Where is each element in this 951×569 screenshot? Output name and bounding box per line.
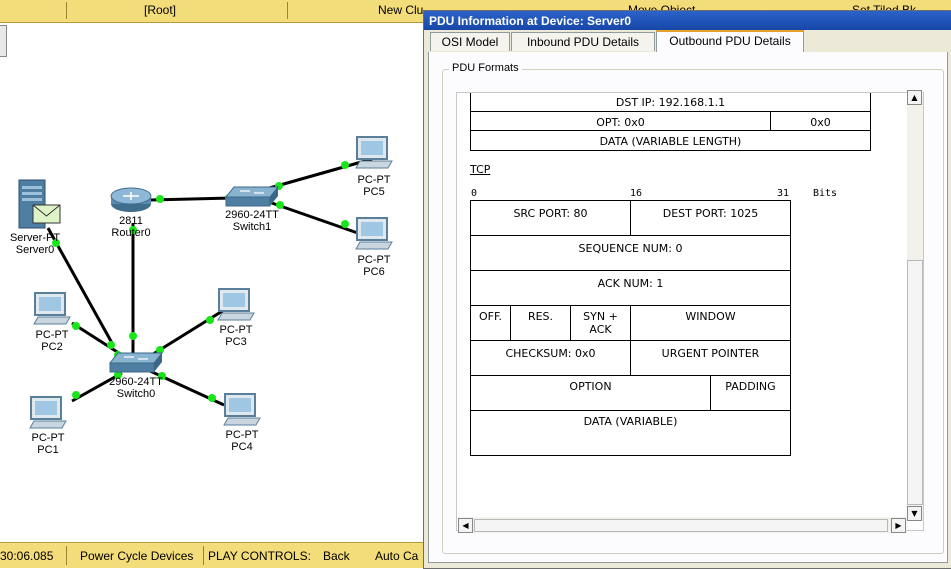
outbound-pdu-panel: PDU Formats DST IP: 192.168.1.1 OPT: 0x0… xyxy=(428,52,948,563)
option-text: OPTION xyxy=(569,380,612,393)
bit-ruler-mid: 16 xyxy=(630,188,643,199)
auto-capture-button[interactable]: Auto Ca xyxy=(375,549,418,563)
new-cluster-button[interactable]: New Clu xyxy=(378,3,423,17)
network-links xyxy=(46,157,373,407)
tcp-data-field: DATA (VARIABLE) xyxy=(470,410,791,456)
ip-data-field: DATA (VARIABLE LENGTH) xyxy=(470,130,871,151)
scroll-down-arrow-icon[interactable]: ▼ xyxy=(907,506,922,521)
pdu-horizontal-scrollbar[interactable]: ◀ ▶ xyxy=(458,517,907,533)
sequence-text: SEQUENCE NUM: 0 xyxy=(578,242,683,255)
tab-outbound-pdu-details[interactable]: Outbound PDU Details xyxy=(656,30,804,53)
ip-data-text: DATA (VARIABLE LENGTH) xyxy=(599,135,742,148)
tcp-urgent-pointer-field: URGENT POINTER xyxy=(630,340,791,376)
opt-text: OPT: 0x0 xyxy=(596,116,645,129)
status-separator xyxy=(66,546,67,565)
ack-text: ACK NUM: 1 xyxy=(597,277,664,290)
router0-label: 2811 Router0 xyxy=(111,215,151,239)
pc4-label: PC-PT PC4 xyxy=(225,429,259,453)
ip-padding-text: 0x0 xyxy=(810,116,831,129)
switch-icon[interactable] xyxy=(224,185,280,209)
logical-workspace[interactable]: Server-PT Server0 2811 Router0 2960-24TT Sw… xyxy=(0,23,425,540)
server-icon[interactable] xyxy=(17,178,65,230)
tab-osi-model[interactable]: OSI Model xyxy=(430,32,510,51)
scroll-right-arrow-icon[interactable]: ▶ xyxy=(891,518,906,533)
switch1-label: 2960-24TT Switch1 xyxy=(225,209,279,233)
back-button[interactable]: Back xyxy=(323,549,350,563)
tcp-dest-port-field: DEST PORT: 1025 xyxy=(630,200,791,236)
bit-ruler-end: 31 xyxy=(777,188,790,199)
pc3-label: PC-PT PC3 xyxy=(219,324,253,348)
checksum-text: CHECKSUM: 0x0 xyxy=(505,347,596,360)
tcp-padding-field: PADDING xyxy=(710,375,791,411)
pdu-information-dialog: PDU Information at Device: Server0 OSI M… xyxy=(423,10,951,569)
pc-icon[interactable] xyxy=(354,135,394,171)
tcp-header-label: TCP xyxy=(470,163,491,176)
status-separator xyxy=(203,546,204,565)
simulation-time: 30:06.085 xyxy=(0,549,54,563)
pc-icon[interactable] xyxy=(28,395,68,431)
pdu-formats-label: PDU Formats xyxy=(449,62,522,74)
dialog-title: PDU Information at Device: Server0 xyxy=(429,14,632,28)
pdu-formats-viewport[interactable]: DST IP: 192.168.1.1 OPT: 0x0 0x0 DATA (V… xyxy=(456,92,924,531)
scroll-up-arrow-icon[interactable]: ▲ xyxy=(907,90,922,105)
ip-padding-field: 0x0 xyxy=(770,111,871,131)
flags-text: SYN + ACK xyxy=(583,310,618,336)
tcp-option-field: OPTION xyxy=(470,375,711,411)
tab-inbound-pdu-details[interactable]: Inbound PDU Details xyxy=(511,32,655,51)
power-cycle-devices-button[interactable]: Power Cycle Devices xyxy=(80,549,193,563)
tcp-sequence-field: SEQUENCE NUM: 0 xyxy=(470,235,791,271)
pc-icon[interactable] xyxy=(216,287,256,323)
tcp-window-field: WINDOW xyxy=(630,305,791,341)
dst-ip-text: DST IP: 192.168.1.1 xyxy=(615,96,726,109)
root-button[interactable]: [Root] xyxy=(144,3,176,17)
ip-opt-field: OPT: 0x0 xyxy=(470,111,771,131)
dest-port-text: DEST PORT: 1025 xyxy=(662,207,759,220)
tcp-offset-field: OFF. xyxy=(470,305,511,341)
reserved-text: RES. xyxy=(527,310,554,323)
bit-ruler-start: 0 xyxy=(471,188,478,199)
urgent-pointer-text: URGENT POINTER xyxy=(661,347,760,360)
pc-icon[interactable] xyxy=(354,216,394,252)
tcp-padding-text: PADDING xyxy=(725,380,776,393)
tcp-flags-field: SYN + ACK xyxy=(570,305,631,341)
tcp-checksum-field: CHECKSUM: 0x0 xyxy=(470,340,631,376)
toolbar-separator xyxy=(66,2,67,19)
pc5-label: PC-PT PC5 xyxy=(357,174,391,198)
tcp-src-port-field: SRC PORT: 80 xyxy=(470,200,631,236)
tcp-data-text: DATA (VARIABLE) xyxy=(583,415,678,428)
toolbar-separator xyxy=(287,2,288,19)
pc-icon[interactable] xyxy=(222,392,262,428)
scroll-left-arrow-icon[interactable]: ◀ xyxy=(458,518,473,533)
offset-text: OFF. xyxy=(478,310,503,323)
pdu-vertical-scroll-thumb[interactable] xyxy=(907,260,923,505)
pc2-label: PC-PT PC2 xyxy=(35,329,69,353)
ip-dst-ip-field: DST IP: 192.168.1.1 xyxy=(470,93,871,112)
link-lights xyxy=(52,161,349,402)
play-controls-label: PLAY CONTROLS: xyxy=(208,549,311,563)
router-icon[interactable] xyxy=(108,186,154,214)
pdu-horizontal-scroll-thumb[interactable] xyxy=(474,519,888,532)
bit-ruler-unit: Bits xyxy=(813,188,838,199)
src-port-text: SRC PORT: 80 xyxy=(513,207,588,220)
pc1-label: PC-PT PC1 xyxy=(31,432,65,456)
pdu-vertical-scrollbar[interactable]: ▲ ▼ xyxy=(907,90,923,521)
switch-icon[interactable] xyxy=(108,351,164,375)
server0-label: Server-PT Server0 xyxy=(9,232,61,256)
tcp-ack-field: ACK NUM: 1 xyxy=(470,270,791,306)
window-text: WINDOW xyxy=(685,310,736,323)
dialog-titlebar[interactable]: PDU Information at Device: Server0 xyxy=(424,11,951,30)
tcp-reserved-field: RES. xyxy=(510,305,571,341)
pc6-label: PC-PT PC6 xyxy=(357,254,391,278)
pc-icon[interactable] xyxy=(32,291,72,327)
pdu-tabs: OSI Model Inbound PDU Details Outbound P… xyxy=(428,30,948,53)
network-topology xyxy=(46,157,373,407)
switch0-label: 2960-24TT Switch0 xyxy=(109,376,163,400)
